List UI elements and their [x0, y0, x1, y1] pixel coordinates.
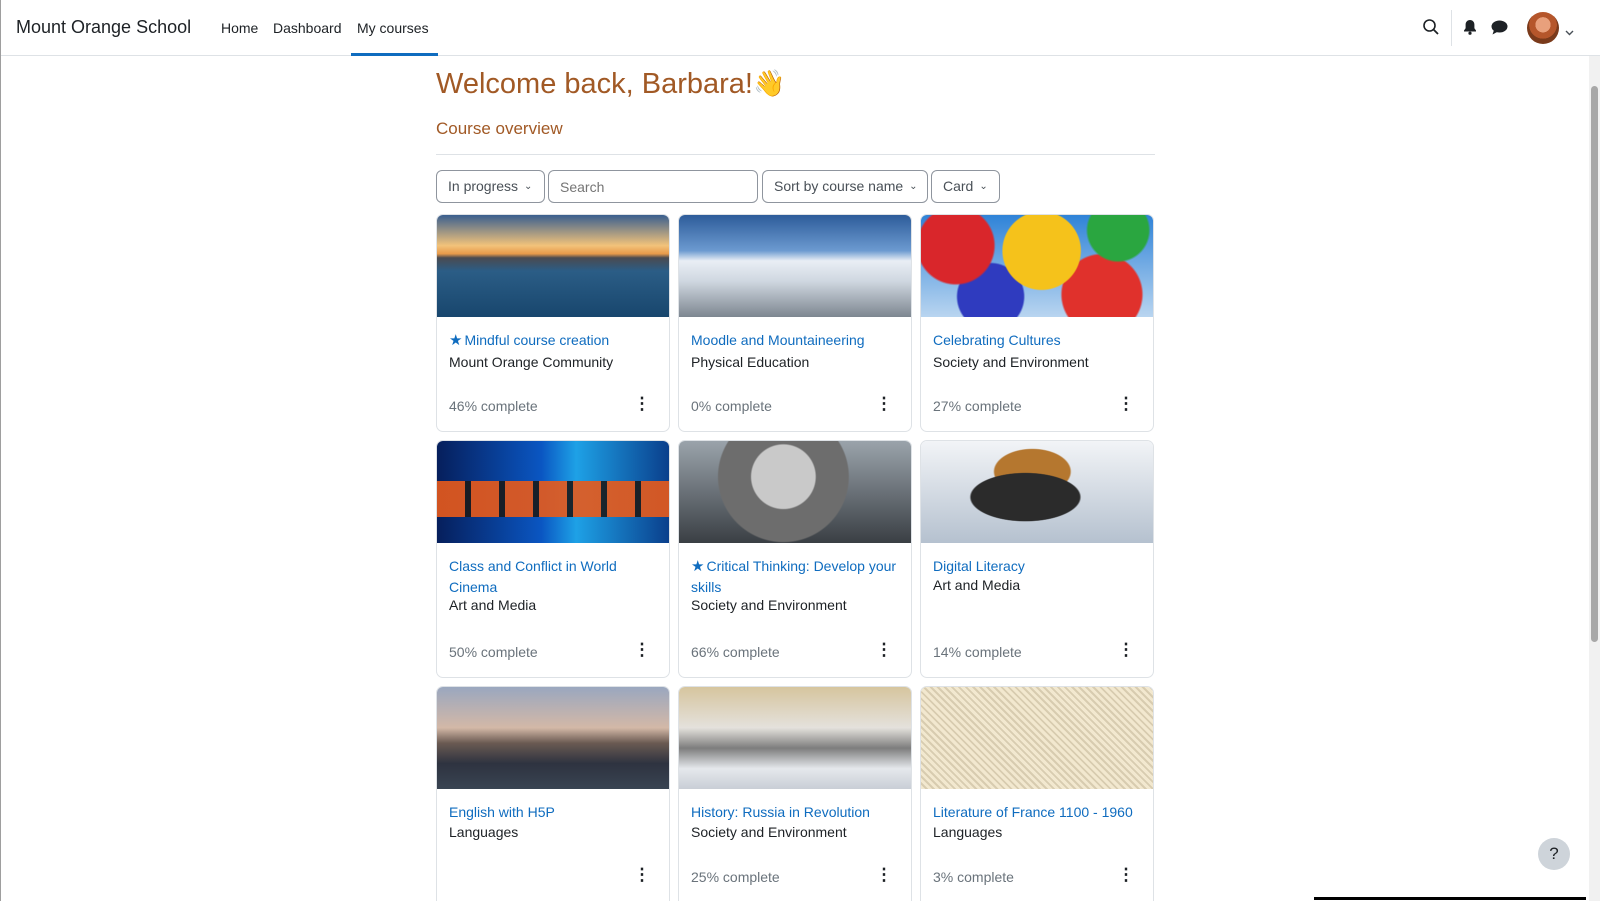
- course-progress: 50% complete: [449, 644, 538, 660]
- course-image[interactable]: [437, 687, 669, 789]
- more-vertical-icon[interactable]: ⋮: [1116, 640, 1136, 660]
- sort-dropdown[interactable]: Sort by course name ⌄: [762, 170, 928, 203]
- page-title: Welcome back, Barbara!: [436, 68, 753, 100]
- more-vertical-icon[interactable]: ⋮: [632, 640, 652, 660]
- course-card[interactable]: Digital Literacy Art and Media 14% compl…: [920, 440, 1154, 678]
- course-image[interactable]: [679, 687, 911, 789]
- search-input[interactable]: [548, 170, 758, 203]
- active-nav-indicator: [351, 53, 438, 56]
- user-avatar[interactable]: [1527, 12, 1559, 44]
- view-dropdown[interactable]: Card ⌄: [931, 170, 1000, 203]
- more-vertical-icon[interactable]: ⋮: [1116, 865, 1136, 885]
- status-filter-label: In progress: [448, 178, 519, 194]
- course-title-link[interactable]: Class and Conflict in World Cinema: [449, 556, 664, 598]
- more-vertical-icon[interactable]: ⋮: [874, 640, 894, 660]
- course-category: Languages: [933, 824, 1003, 840]
- bell-icon[interactable]: [1463, 19, 1477, 40]
- search-icon[interactable]: [1422, 18, 1440, 41]
- course-image[interactable]: [921, 441, 1153, 543]
- course-category: Art and Media: [449, 597, 537, 613]
- course-card[interactable]: Moodle and Mountaineering Physical Educa…: [678, 214, 912, 432]
- course-card[interactable]: History: Russia in Revolution Society an…: [678, 686, 912, 901]
- more-vertical-icon[interactable]: ⋮: [874, 394, 894, 414]
- chevron-down-icon[interactable]: [1565, 23, 1574, 41]
- section-title: Course overview: [436, 119, 563, 138]
- sort-label: Sort by course name: [774, 178, 904, 194]
- course-title-link[interactable]: History: Russia in Revolution: [691, 802, 906, 823]
- nav-link-home[interactable]: Home: [221, 20, 258, 36]
- chevron-down-icon: ⌄: [524, 181, 533, 192]
- more-vertical-icon[interactable]: ⋮: [1116, 394, 1136, 414]
- course-image[interactable]: [679, 215, 911, 317]
- course-image[interactable]: [679, 441, 911, 543]
- nav-link-dashboard[interactable]: Dashboard: [273, 20, 342, 36]
- course-card[interactable]: Class and Conflict in World Cinema Art a…: [436, 440, 670, 678]
- status-filter-dropdown[interactable]: In progress ⌄: [436, 170, 545, 203]
- course-title-link[interactable]: Celebrating Cultures: [933, 330, 1148, 351]
- course-title-link[interactable]: Moodle and Mountaineering: [691, 330, 906, 351]
- section-divider: [436, 154, 1155, 155]
- course-card[interactable]: Literature of France 1100 - 1960 Languag…: [920, 686, 1154, 901]
- top-navbar: Mount Orange School Home Dashboard My co…: [1, 0, 1600, 56]
- help-button[interactable]: ?: [1538, 838, 1570, 870]
- course-progress: 0% complete: [691, 398, 772, 414]
- course-image[interactable]: [921, 215, 1153, 317]
- view-label: Card: [943, 178, 974, 194]
- navbar-divider: [1451, 10, 1452, 46]
- star-icon: ★: [449, 332, 463, 349]
- chevron-down-icon: ⌄: [909, 181, 918, 192]
- course-category: Mount Orange Community: [449, 354, 614, 370]
- course-card[interactable]: ★ Mindful course creation Mount Orange Co…: [436, 214, 670, 432]
- course-progress: 3% complete: [933, 869, 1014, 885]
- chat-icon[interactable]: [1491, 20, 1508, 40]
- course-title-link[interactable]: English with H5P: [449, 802, 664, 823]
- site-brand[interactable]: Mount Orange School: [16, 17, 191, 38]
- chevron-down-icon: ⌄: [979, 181, 988, 192]
- course-title-link[interactable]: Digital Literacy: [933, 556, 1148, 577]
- course-card[interactable]: English with H5P Languages ⋮: [436, 686, 670, 901]
- course-progress: 25% complete: [691, 869, 780, 885]
- footer-edge: [1314, 897, 1586, 900]
- course-progress: 66% complete: [691, 644, 780, 660]
- course-progress: 27% complete: [933, 398, 1022, 414]
- course-image[interactable]: [437, 441, 669, 543]
- course-category: Languages: [449, 824, 519, 840]
- star-icon: ★: [691, 558, 705, 575]
- scrollbar-thumb[interactable]: [1591, 86, 1598, 642]
- course-image[interactable]: [921, 687, 1153, 789]
- course-image[interactable]: [437, 215, 669, 317]
- more-vertical-icon[interactable]: ⋮: [632, 865, 652, 885]
- more-vertical-icon[interactable]: ⋮: [874, 865, 894, 885]
- more-vertical-icon[interactable]: ⋮: [632, 394, 652, 414]
- nav-link-my-courses[interactable]: My courses: [357, 20, 429, 36]
- course-category: Society and Environment: [691, 824, 847, 840]
- course-category: Physical Education: [691, 354, 810, 370]
- course-card[interactable]: ★ Critical Thinking: Develop your skills …: [678, 440, 912, 678]
- course-card[interactable]: Celebrating Cultures Society and Environ…: [920, 214, 1154, 432]
- course-title-link[interactable]: Literature of France 1100 - 1960: [933, 802, 1148, 823]
- course-category: Society and Environment: [933, 354, 1089, 370]
- course-progress: 14% complete: [933, 644, 1022, 660]
- course-category: Society and Environment: [691, 597, 847, 613]
- course-title-link[interactable]: ★ Mindful course creation: [449, 330, 664, 351]
- course-title-link[interactable]: ★ Critical Thinking: Develop your skills: [691, 556, 906, 598]
- course-progress: 46% complete: [449, 398, 538, 414]
- course-category: Art and Media: [933, 577, 1021, 593]
- wave-emoji: 👋: [753, 68, 786, 98]
